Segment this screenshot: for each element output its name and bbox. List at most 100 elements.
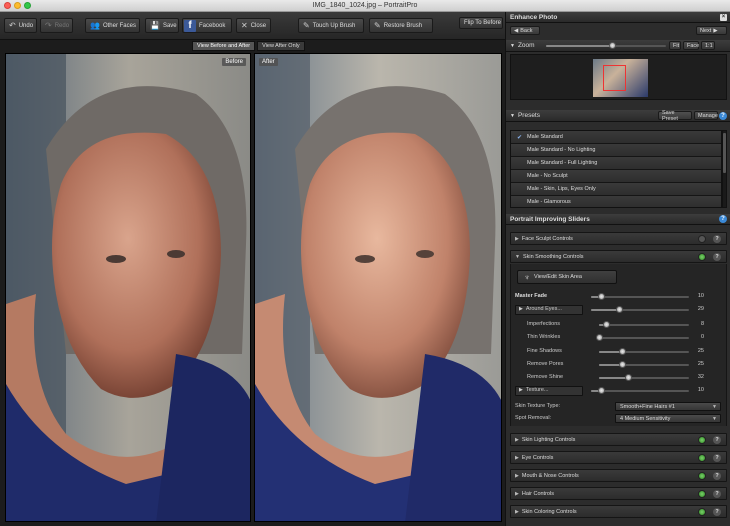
group-help-icon[interactable]: ? xyxy=(713,490,721,498)
preset-item[interactable]: Male Standard - Full Lighting xyxy=(511,157,721,170)
preset-item[interactable]: Male Standard - No Lighting xyxy=(511,144,721,157)
tab-view-after-only[interactable]: View After Only xyxy=(257,41,305,51)
remove-shine-row: Remove Shine 32 xyxy=(511,373,728,383)
master-fade-value: 10 xyxy=(697,293,704,299)
group-help-icon[interactable]: ? xyxy=(713,508,721,516)
imperfections-slider[interactable] xyxy=(599,321,689,328)
group-toggle-dot[interactable] xyxy=(698,508,706,516)
view-mode-tabs: View Before and After View After Only xyxy=(192,41,305,51)
texture-slider-knob[interactable] xyxy=(597,387,605,394)
group-toggle-dot[interactable] xyxy=(698,235,706,243)
zoom-slider-knob[interactable] xyxy=(609,42,616,49)
touch-up-brush-button[interactable]: ✎ Touch Up Brush xyxy=(298,18,364,33)
presets-collapse-icon: ▼ xyxy=(510,112,515,119)
hair-controls-group[interactable]: ▶ Hair Controls ? xyxy=(510,487,727,500)
thin-wrinkles-slider-knob[interactable] xyxy=(596,334,603,341)
skin-smoothing-group[interactable]: ▼ Skin Smoothing Controls ? xyxy=(510,250,727,263)
imperfections-slider-knob[interactable] xyxy=(603,321,611,328)
group-help-icon[interactable]: ? xyxy=(713,436,721,444)
navigator-preview[interactable] xyxy=(510,54,727,100)
fine-shadows-slider[interactable] xyxy=(599,348,689,355)
master-fade-slider[interactable] xyxy=(591,293,689,300)
around-eyes-slider[interactable] xyxy=(591,306,689,313)
presets-scrollbar[interactable] xyxy=(722,130,727,208)
restore-brush-label: Restore Brush xyxy=(383,22,423,29)
group-toggle-dot[interactable] xyxy=(698,253,706,261)
eye-controls-group[interactable]: ▶ Eye Controls ? xyxy=(510,451,727,464)
mouth-nose-label: Mouth & Nose Controls xyxy=(521,472,579,479)
master-fade-slider-knob[interactable] xyxy=(597,293,605,300)
presets-scrollbar-thumb[interactable] xyxy=(723,133,726,173)
redo-button[interactable]: ↷ Redo xyxy=(40,18,73,33)
expand-arrow-icon: ▶ xyxy=(519,306,523,312)
next-button[interactable]: Next ▶ xyxy=(696,26,727,35)
touch-up-brush-label: Touch Up Brush xyxy=(312,22,356,29)
preset-item[interactable]: ✔ Male Standard xyxy=(511,131,721,144)
zoom-face-button[interactable]: Face xyxy=(683,41,699,50)
preset-item[interactable]: Male - No Sculpt xyxy=(511,170,721,183)
group-help-icon[interactable]: ? xyxy=(713,454,721,462)
group-toggle-dot[interactable] xyxy=(698,472,706,480)
back-button[interactable]: ◀ Back xyxy=(510,26,540,35)
sliders-help-icon[interactable]: ? xyxy=(719,215,727,223)
around-eyes-slider-knob[interactable] xyxy=(616,306,624,313)
main-toolbar: ↶ Undo ↷ Redo 👥 Other Faces 💾 Save f Fac… xyxy=(0,12,505,40)
navigator-viewport-box[interactable] xyxy=(603,65,626,91)
group-toggle-dot[interactable] xyxy=(698,436,706,444)
master-fade-label: Master Fade xyxy=(515,293,548,299)
remove-pores-slider-knob[interactable] xyxy=(618,361,626,368)
skin-coloring-label: Skin Coloring Controls xyxy=(521,508,577,515)
skin-texture-type-value: Smooth+Fine Hairs #1 xyxy=(620,403,675,410)
remove-shine-slider[interactable] xyxy=(599,374,689,381)
close-button[interactable]: ✕ Close xyxy=(236,18,271,33)
fine-shadows-slider-knob[interactable] xyxy=(618,348,626,355)
tab-view-before-after[interactable]: View Before and After xyxy=(192,41,256,51)
zoom-fit-button[interactable]: Fit xyxy=(669,41,681,50)
remove-shine-slider-knob[interactable] xyxy=(624,374,632,381)
save-preset-button[interactable]: Save Preset xyxy=(658,110,692,122)
view-edit-skin-area-button[interactable]: ♆ View/Edit Skin Area xyxy=(517,270,617,284)
group-toggle-dot[interactable] xyxy=(698,490,706,498)
skin-coloring-group[interactable]: ▶ Skin Coloring Controls ? xyxy=(510,505,727,518)
group-help-icon[interactable]: ? xyxy=(713,253,721,261)
before-portrait-image xyxy=(6,54,250,521)
before-label: Before xyxy=(222,58,246,66)
presets-help-icon[interactable]: ? xyxy=(719,112,727,120)
facebook-button[interactable]: f Facebook xyxy=(182,18,232,33)
skin-texture-type-select[interactable]: Smooth+Fine Hairs #1 ▼ xyxy=(615,402,721,411)
before-photo[interactable]: Before xyxy=(5,53,251,522)
group-help-icon[interactable]: ? xyxy=(713,235,721,243)
spot-removal-select[interactable]: 4 Medium Sensitivity ▼ xyxy=(615,414,721,423)
undo-label: Undo xyxy=(18,22,34,29)
spot-removal-label: Spot Removal: xyxy=(515,415,552,421)
mouth-nose-group[interactable]: ▶ Mouth & Nose Controls ? xyxy=(510,469,727,482)
save-button[interactable]: 💾 Save xyxy=(145,18,179,33)
zoom-1-1-button[interactable]: 1:1 xyxy=(701,41,715,50)
undo-button[interactable]: ↶ Undo xyxy=(4,18,37,33)
fine-shadows-value: 25 xyxy=(697,348,704,354)
remove-pores-slider[interactable] xyxy=(599,361,689,368)
skin-texture-type-row: Skin Texture Type: Smooth+Fine Hairs #1 … xyxy=(511,402,728,412)
texture-row: ▶ Texture... 10 xyxy=(511,386,728,396)
zoom-slider[interactable] xyxy=(546,42,666,49)
panel-close-icon[interactable]: × xyxy=(720,14,727,21)
window-titlebar: IMG_1840_1024.jpg – PortraitPro xyxy=(0,0,730,12)
group-help-icon[interactable]: ? xyxy=(713,472,721,480)
thin-wrinkles-slider[interactable] xyxy=(596,334,689,341)
manage-presets-button[interactable]: Manage xyxy=(694,111,718,120)
after-photo[interactable]: After xyxy=(254,53,502,522)
other-faces-button[interactable]: 👥 Other Faces xyxy=(85,18,140,33)
group-toggle-dot[interactable] xyxy=(698,454,706,462)
window-title: IMG_1840_1024.jpg – PortraitPro xyxy=(312,2,418,9)
flip-to-before-button[interactable]: Flip To Before xyxy=(459,17,503,29)
collapse-arrow-icon: ▼ xyxy=(510,42,515,49)
undo-icon: ↶ xyxy=(9,20,16,30)
skin-lighting-group[interactable]: ▶ Skin Lighting Controls ? xyxy=(510,433,727,446)
face-sculpt-group[interactable]: ▶ Face Sculpt Controls ? xyxy=(510,232,727,245)
restore-brush-icon: ✎ xyxy=(374,20,381,30)
imperfections-value: 8 xyxy=(700,321,704,327)
texture-slider[interactable] xyxy=(591,387,689,394)
preset-item[interactable]: Male - Skin, Lips, Eyes Only xyxy=(511,183,721,196)
restore-brush-button[interactable]: ✎ Restore Brush xyxy=(369,18,433,33)
preset-item[interactable]: Male - Glamorous xyxy=(511,196,721,207)
